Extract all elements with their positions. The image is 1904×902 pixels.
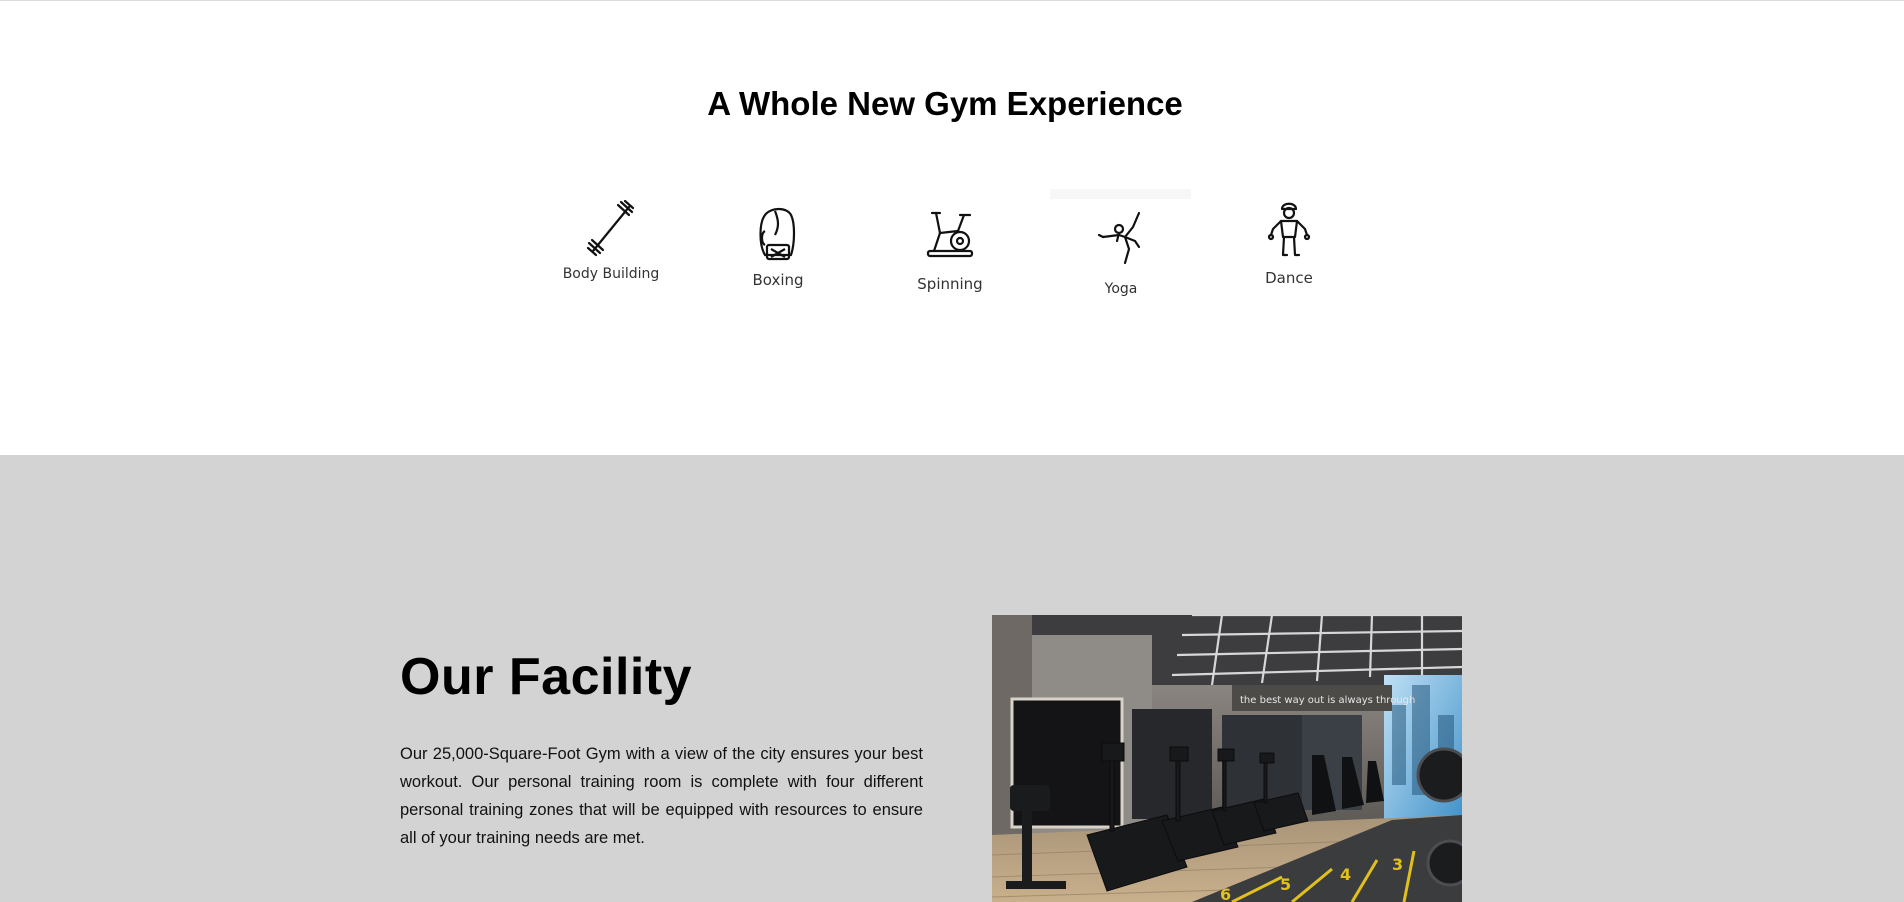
activity-list: Body Building Boxing Spinning Yoga Dance [0,1,1904,455]
activity-yoga[interactable]: Yoga [1050,189,1191,297]
activity-dance[interactable]: Dance [1244,199,1334,287]
facility-description: Our 25,000-Square-Foot Gym with a view o… [400,745,923,847]
gym-interior-photo: the best way out is always through 6 5 4… [992,615,1462,902]
activity-label: Yoga [1104,281,1138,297]
facility-section: Our Facility Our 25,000-Square-Foot Gym … [0,455,1904,902]
lane-number: 3 [1392,855,1403,874]
hover-highlight [1050,189,1191,199]
activity-body-building[interactable]: Body Building [563,199,659,282]
lane-number: 6 [1220,885,1231,902]
activity-boxing[interactable]: Boxing [732,205,824,289]
barbell-icon [586,199,635,257]
gym-experience-section: A Whole New Gym Experience Body Building [0,1,1904,455]
exercise-bike-icon [926,211,974,258]
activity-label: Body Building [562,266,660,282]
dancer-icon [1267,202,1311,257]
lane-number: 4 [1340,865,1351,884]
lane-number: 5 [1280,875,1291,894]
activity-label: Dance [1265,269,1313,287]
facility-title: Our Facility [400,648,693,706]
gym-interior-illustration: the best way out is always through 6 5 4… [992,615,1462,902]
activity-label: Spinning [917,275,983,293]
wall-slogan: the best way out is always through [1240,695,1415,706]
yoga-pose-icon [1097,211,1141,265]
activity-label: Boxing [752,271,804,289]
boxing-glove-icon [759,207,796,261]
activity-spinning[interactable]: Spinning [900,209,1000,293]
